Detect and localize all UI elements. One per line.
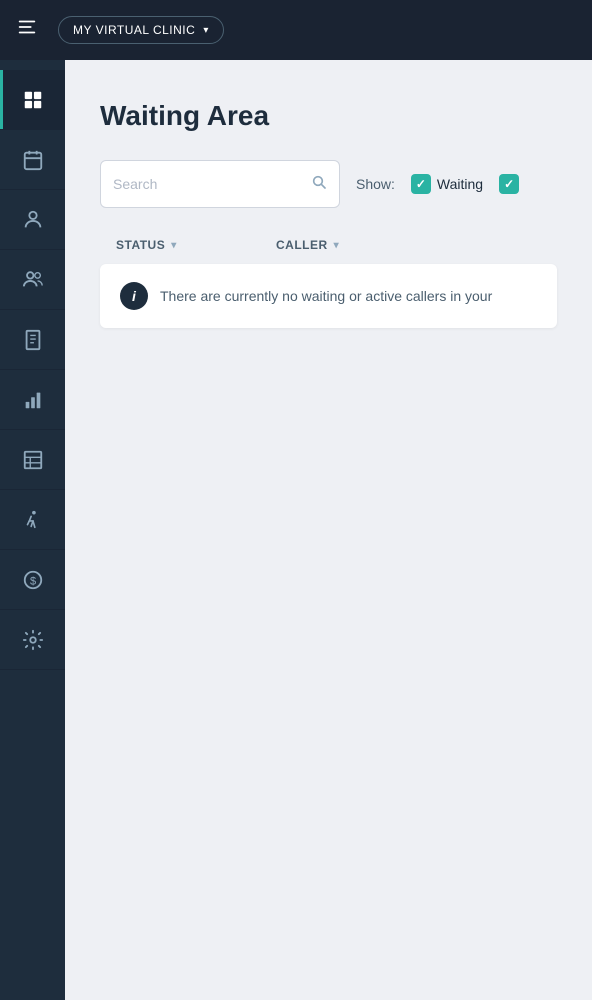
menu-icon[interactable] (16, 16, 38, 44)
sidebar-item-records[interactable] (0, 310, 65, 370)
waiting-checkbox[interactable] (411, 174, 431, 194)
person-walking-icon (22, 509, 44, 531)
bar-chart-icon (22, 389, 44, 411)
sidebar-item-settings[interactable] (0, 610, 65, 670)
sidebar: $ (0, 60, 65, 1000)
sidebar-item-calendar[interactable] (0, 130, 65, 190)
content-area: Waiting Area Show: Waiting (65, 60, 592, 1000)
sidebar-item-patient[interactable] (0, 190, 65, 250)
show-label: Show: (356, 176, 395, 192)
search-input[interactable] (113, 176, 305, 192)
sidebar-item-billing[interactable]: $ (0, 550, 65, 610)
filter-waiting[interactable]: Waiting (411, 174, 483, 194)
empty-state-message: i There are currently no waiting or acti… (100, 264, 557, 328)
filter-active[interactable] (499, 174, 519, 194)
clinic-chevron-icon: ▾ (203, 25, 209, 36)
grid-icon (22, 89, 44, 111)
info-icon: i (120, 282, 148, 310)
sidebar-item-dashboard[interactable] (0, 70, 65, 130)
calendar-icon (22, 149, 44, 171)
col-caller-header[interactable]: CALLER ▾ (276, 238, 541, 252)
clinic-name: MY VIRTUAL CLINIC (73, 23, 195, 37)
bookmark-icon (22, 329, 44, 351)
svg-text:$: $ (29, 575, 35, 587)
status-sort-icon: ▾ (171, 240, 177, 251)
sidebar-item-team[interactable] (0, 250, 65, 310)
sidebar-item-workflow[interactable] (0, 490, 65, 550)
active-checkbox[interactable] (499, 174, 519, 194)
people-icon (22, 269, 44, 291)
search-box (100, 160, 340, 208)
empty-state-text: There are currently no waiting or active… (160, 288, 492, 304)
col-status-header[interactable]: STATUS ▾ (116, 238, 276, 252)
sidebar-item-forms[interactable] (0, 430, 65, 490)
clinic-dropdown[interactable]: MY VIRTUAL CLINIC ▾ (58, 16, 224, 44)
caller-col-label: CALLER (276, 238, 328, 252)
search-icon (311, 174, 327, 195)
topbar: MY VIRTUAL CLINIC ▾ (0, 0, 592, 60)
table-icon (22, 449, 44, 471)
caller-sort-icon: ▾ (334, 240, 340, 251)
page-title: Waiting Area (100, 100, 557, 132)
search-filter-row: Show: Waiting (100, 160, 557, 208)
dollar-circle-icon: $ (22, 569, 44, 591)
sidebar-item-reports[interactable] (0, 370, 65, 430)
gear-icon (22, 629, 44, 651)
status-col-label: STATUS (116, 238, 165, 252)
person-icon (22, 209, 44, 231)
table-header: STATUS ▾ CALLER ▾ (100, 230, 557, 260)
waiting-label: Waiting (437, 176, 483, 192)
main-layout: $ Waiting Area Sh (0, 60, 592, 1000)
